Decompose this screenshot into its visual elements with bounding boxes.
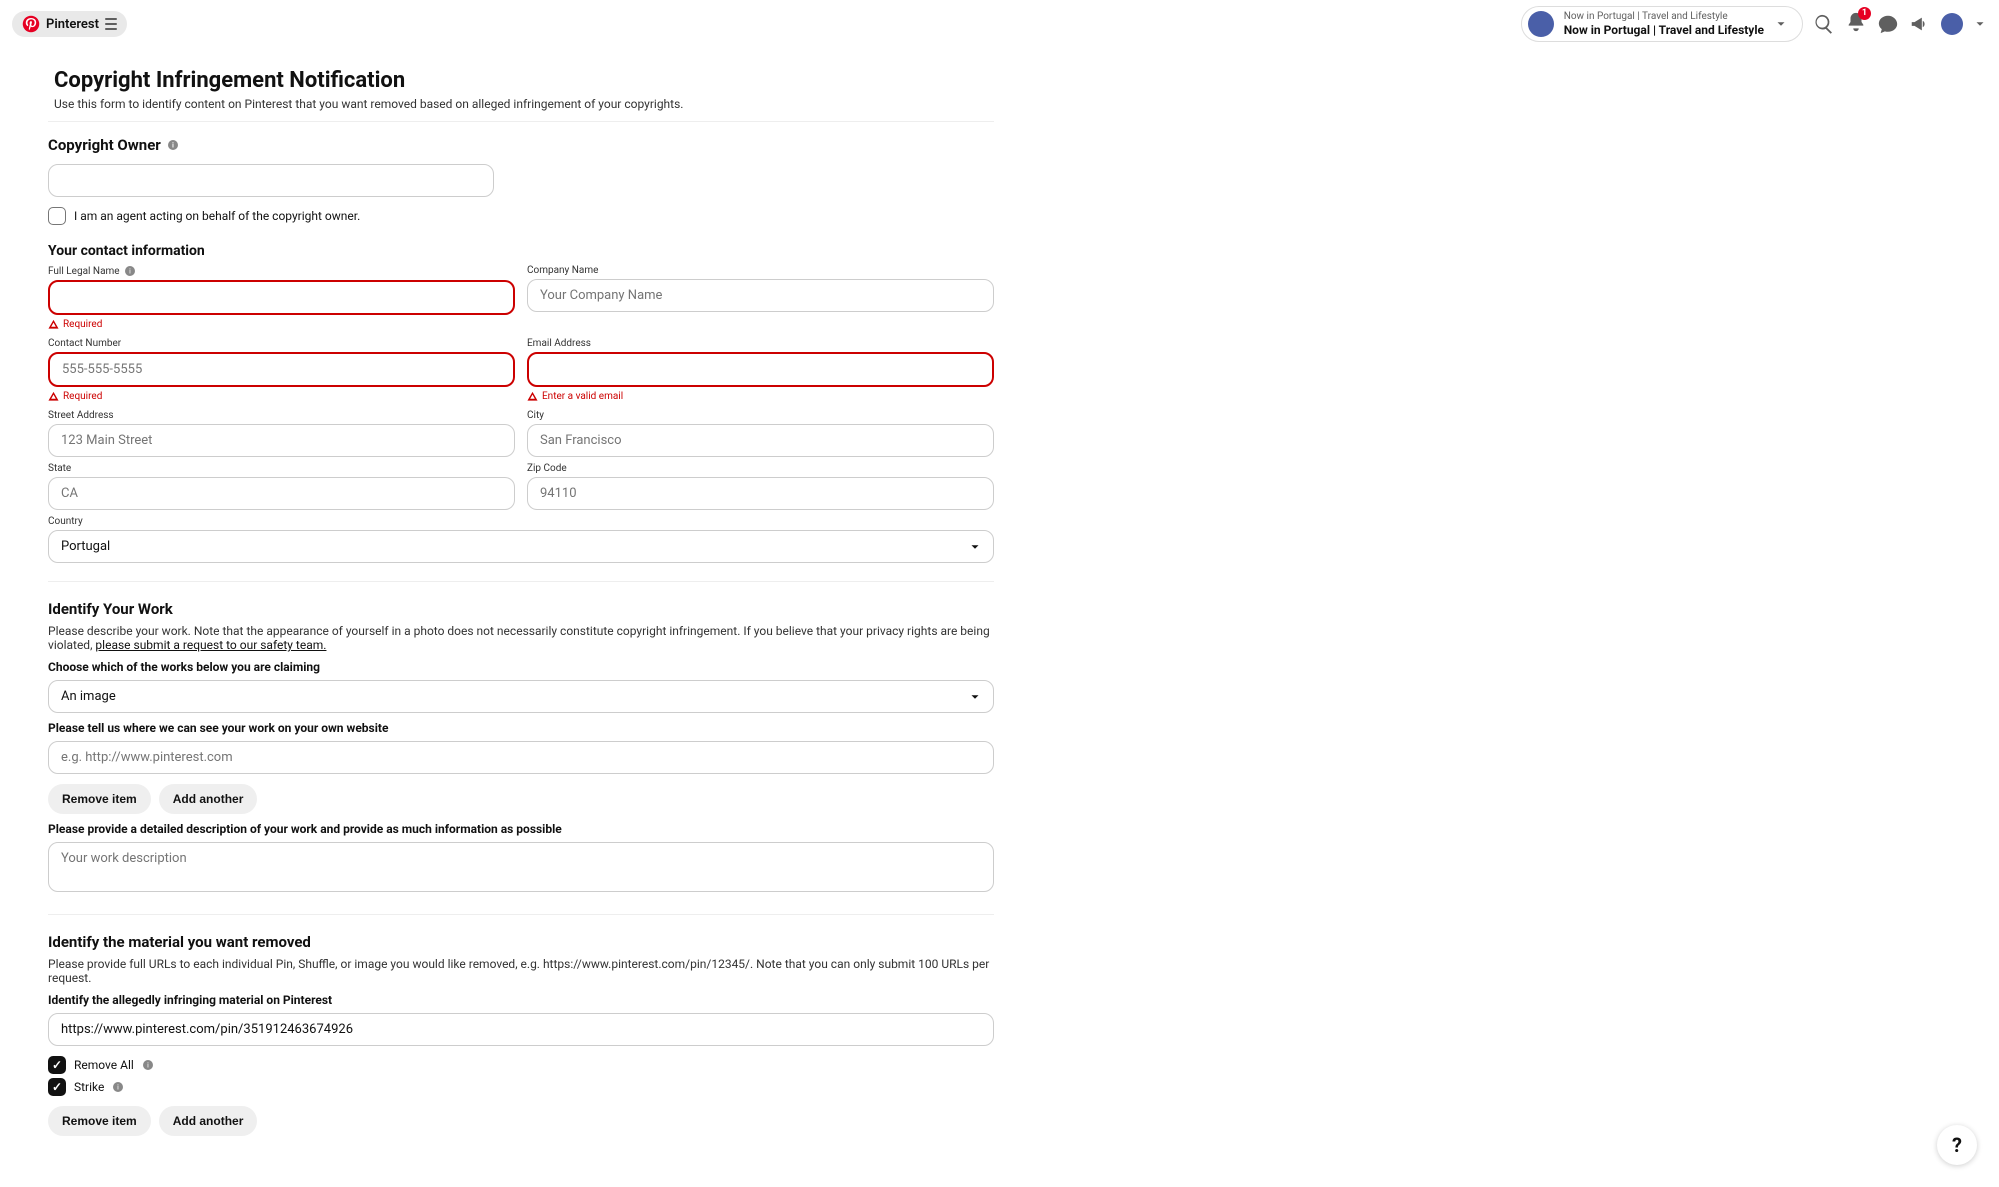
help-fab[interactable]: ? [1937,1125,1977,1165]
megaphone-icon[interactable] [1909,13,1931,35]
account-switcher[interactable]: Now in Portugal | Travel and Lifestyle N… [1521,6,1803,42]
full-name-input[interactable] [48,280,515,315]
label-own-site: Please tell us where we can see your wor… [48,721,994,735]
label-phone: Contact Number [48,338,515,349]
brand-pill[interactable]: Pinterest [12,11,127,37]
strike-label: Strike [74,1080,104,1094]
alert-icon [48,319,59,330]
phone-input[interactable] [48,352,515,387]
label-email: Email Address [527,338,994,349]
label-country: Country [48,516,994,527]
section-contact-info: Your contact information [48,243,994,259]
label-company: Company Name [527,265,994,276]
main-content: Copyright Infringement Notification Use … [48,58,994,1136]
help-icon: ? [1952,1133,1962,1157]
work-description-textarea[interactable] [48,842,994,892]
pinterest-logo-icon [22,15,40,33]
email-input[interactable] [527,352,994,387]
svg-text:i: i [129,268,131,276]
avatar-button[interactable] [1941,13,1963,35]
notif-badge: 1 [1858,7,1871,20]
app-header: Pinterest Now in Portugal | Travel and L… [0,0,1999,48]
add-another-button-2[interactable]: Add another [159,1106,258,1136]
info-icon: i [167,139,179,151]
label-city: City [527,410,994,421]
copyright-owner-input[interactable] [48,164,494,197]
state-input[interactable] [48,477,515,510]
info-icon: i [142,1059,154,1071]
section-copyright-owner: Copyright Owner [48,136,161,154]
label-full-name: Full Legal Name [48,266,120,277]
brand-label: Pinterest [46,17,99,32]
svg-text:i: i [172,143,174,150]
full-name-error: Required [63,319,102,330]
svg-text:i: i [147,1062,149,1070]
section-identify-material: Identify the material you want removed [48,933,994,951]
remove-all-checkbox[interactable] [48,1056,66,1074]
account-subtext: Now in Portugal | Travel and Lifestyle [1564,11,1764,23]
safety-team-link[interactable]: please submit a request to our safety te… [95,638,326,652]
hamburger-icon [105,18,117,30]
page-title: Copyright Infringement Notification [54,68,994,93]
search-icon[interactable] [1813,13,1835,35]
zip-input[interactable] [527,477,994,510]
label-infringing-material: Identify the allegedly infringing materi… [48,993,994,1007]
info-icon: i [124,265,136,277]
page-subtitle: Use this form to identify content on Pin… [54,97,994,111]
infringing-url-input[interactable] [48,1013,994,1046]
info-icon: i [112,1081,124,1093]
remove-all-label: Remove All [74,1058,134,1072]
chevron-down-icon [1774,17,1788,31]
email-error: Enter a valid email [542,391,623,402]
own-site-input[interactable] [48,741,994,774]
section-identify-work: Identify Your Work [48,600,994,618]
strike-checkbox[interactable] [48,1078,66,1096]
country-select[interactable]: Portugal [48,530,994,563]
city-input[interactable] [527,424,994,457]
svg-text:i: i [118,1084,120,1092]
agent-checkbox[interactable] [48,207,66,225]
add-another-button[interactable]: Add another [159,784,258,814]
remove-item-button[interactable]: Remove item [48,784,151,814]
remove-item-button-2[interactable]: Remove item [48,1106,151,1136]
notifications-button[interactable]: 1 [1845,11,1867,37]
agent-checkbox-label: I am an agent acting on behalf of the co… [74,209,360,223]
label-state: State [48,463,515,474]
company-input[interactable] [527,279,994,312]
street-input[interactable] [48,424,515,457]
account-name: Now in Portugal | Travel and Lifestyle [1564,23,1764,37]
label-zip: Zip Code [527,463,994,474]
label-choose-work: Choose which of the works below you are … [48,660,994,674]
account-menu-chevron-icon[interactable] [1973,17,1987,31]
phone-error: Required [63,391,102,402]
messages-icon[interactable] [1877,13,1899,35]
label-street: Street Address [48,410,515,421]
identify-material-desc: Please provide full URLs to each individ… [48,957,994,985]
work-type-select[interactable]: An image [48,680,994,713]
avatar-icon [1528,11,1554,37]
alert-icon [527,391,538,402]
alert-icon [48,391,59,402]
label-work-detail: Please provide a detailed description of… [48,822,994,836]
